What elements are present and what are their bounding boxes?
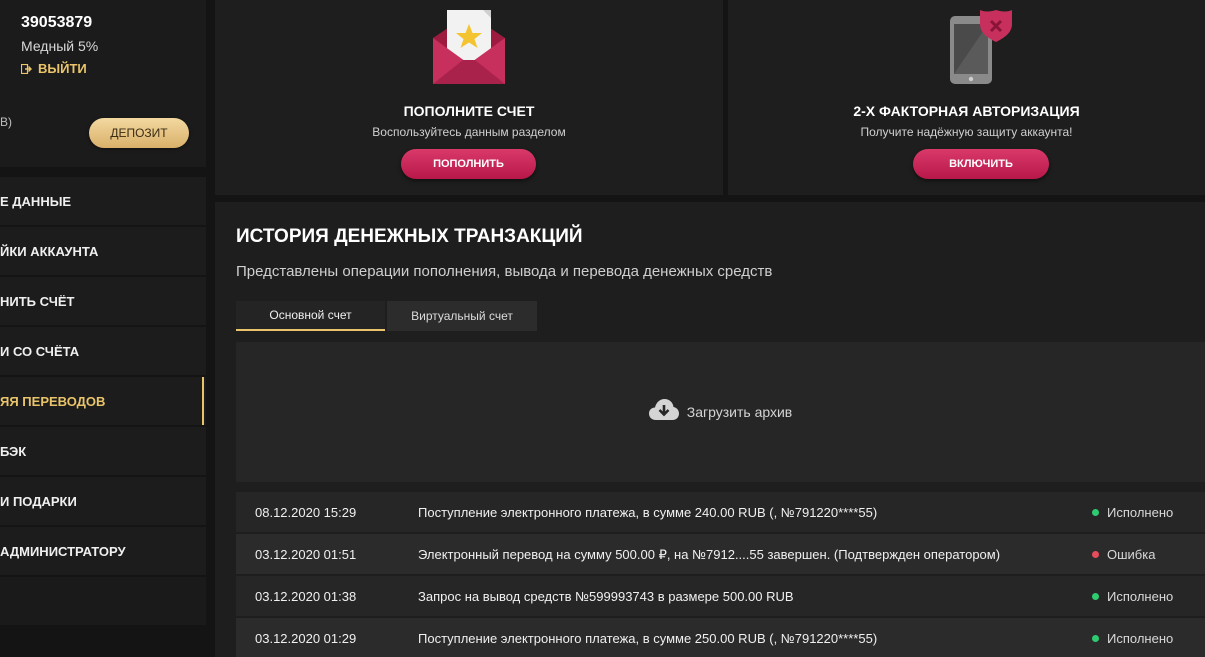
page-title: ИСТОРИЯ ДЕНЕЖНЫХ ТРАНЗАКЦИЙ [236, 226, 583, 247]
status-dot-icon [1092, 509, 1099, 516]
download-archive-button[interactable]: Загрузить архив [236, 342, 1205, 482]
phone-shield-icon [944, 8, 1024, 88]
status-label: Ошибка [1107, 547, 1156, 562]
sidebar-item-personal-data[interactable]: Е ДАННЫЕ [0, 177, 206, 225]
promo-top-up-subtitle: Воспользуйтесь данным разделом [372, 125, 566, 139]
sidebar-item-transfer-history[interactable]: ЯЯ ПЕРЕВОДОВ [0, 377, 206, 425]
user-id: 39053879 [21, 14, 93, 31]
transaction-description: Электронный перевод на сумму 500.00 ₽, н… [418, 547, 1001, 562]
transaction-date: 03.12.2020 01:29 [255, 631, 357, 646]
status-label: Исполнено [1107, 505, 1174, 520]
status-dot-icon [1092, 593, 1099, 600]
promo-2fa-title: 2-Х ФАКТОРНАЯ АВТОРИЗАЦИЯ [853, 103, 1080, 119]
promo-2fa-card: 2-Х ФАКТОРНАЯ АВТОРИЗАЦИЯ Получите надёж… [728, 0, 1205, 195]
envelope-star-icon [429, 8, 509, 88]
logout-icon [21, 63, 32, 74]
sidebar-item-account-settings[interactable]: ЙКИ АККАУНТА [0, 227, 206, 275]
sidebar-item-top-up[interactable]: НИТЬ СЧЁТ [0, 277, 206, 325]
status-label: Исполнено [1107, 631, 1174, 646]
top-up-button[interactable]: ПОПОЛНИТЬ [401, 149, 536, 179]
transaction-description: Запрос на вывод средств №599993743 в раз… [418, 589, 794, 604]
tab-virtual-account[interactable]: Виртуальный счет [387, 301, 537, 331]
table-row: 03.12.2020 01:29 Поступление электронног… [236, 618, 1205, 657]
table-row: 03.12.2020 01:38 Запрос на вывод средств… [236, 576, 1205, 616]
status-label: Исполнено [1107, 589, 1174, 604]
transaction-description: Поступление электронного платежа, в сумм… [418, 631, 878, 646]
status-badge: Исполнено [1092, 505, 1173, 520]
promo-top-up-title: ПОПОЛНИТЕ СЧЕТ [403, 103, 535, 119]
sidebar-item-cashback[interactable]: БЭК [0, 427, 206, 475]
cloud-download-icon [648, 398, 679, 426]
transaction-list: 08.12.2020 15:29 Поступление электронног… [236, 492, 1205, 657]
enable-2fa-button[interactable]: ВКЛЮЧИТЬ [913, 149, 1049, 179]
table-row: 08.12.2020 15:29 Поступление электронног… [236, 492, 1205, 532]
logout-label: ВЫЙТИ [38, 61, 87, 76]
promo-2fa-subtitle: Получите надёжную защиту аккаунта! [860, 125, 1073, 139]
account-tabs: Основной счет Виртуальный счет [236, 301, 537, 331]
transaction-date: 03.12.2020 01:51 [255, 547, 357, 562]
promo-top-up-card: ПОПОЛНИТЕ СЧЕТ Воспользуйтесь данным раз… [215, 0, 723, 195]
page-subtitle: Представлены операции пополнения, вывода… [236, 263, 773, 280]
logout-link[interactable]: ВЫЙТИ [21, 61, 87, 76]
status-dot-icon [1092, 551, 1099, 558]
status-badge: Исполнено [1092, 589, 1173, 604]
balance-currency-fragment: В) [0, 115, 12, 129]
sidebar: 39053879 Медный 5% ВЫЙТИ В) ДЕПОЗИТ Е ДА… [0, 0, 206, 657]
sidebar-item-empty [0, 577, 206, 625]
download-archive-label: Загрузить архив [686, 404, 793, 420]
deposit-button[interactable]: ДЕПОЗИТ [89, 118, 189, 148]
transaction-date: 03.12.2020 01:38 [255, 589, 357, 604]
transaction-description: Поступление электронного платежа, в сумм… [418, 505, 878, 520]
table-row: 03.12.2020 01:51 Электронный перевод на … [236, 534, 1205, 574]
sidebar-item-withdraw[interactable]: И СО СЧЁТА [0, 327, 206, 375]
tab-main-account[interactable]: Основной счет [236, 301, 385, 331]
status-badge: Ошибка [1092, 547, 1155, 562]
status-dot-icon [1092, 635, 1099, 642]
profile-card: 39053879 Медный 5% ВЫЙТИ В) ДЕПОЗИТ [0, 0, 206, 167]
sidebar-item-message-admin[interactable]: АДМИНИСТРАТОРУ [0, 527, 206, 575]
sidebar-menu: Е ДАННЫЕ ЙКИ АККАУНТА НИТЬ СЧЁТ И СО СЧЁ… [0, 177, 206, 627]
transaction-date: 08.12.2020 15:29 [255, 505, 357, 520]
user-level: Медный 5% [21, 38, 99, 54]
status-badge: Исполнено [1092, 631, 1173, 646]
transaction-history-panel: ИСТОРИЯ ДЕНЕЖНЫХ ТРАНЗАКЦИЙ Представлены… [215, 202, 1205, 657]
sidebar-item-bonuses-gifts[interactable]: И ПОДАРКИ [0, 477, 206, 525]
